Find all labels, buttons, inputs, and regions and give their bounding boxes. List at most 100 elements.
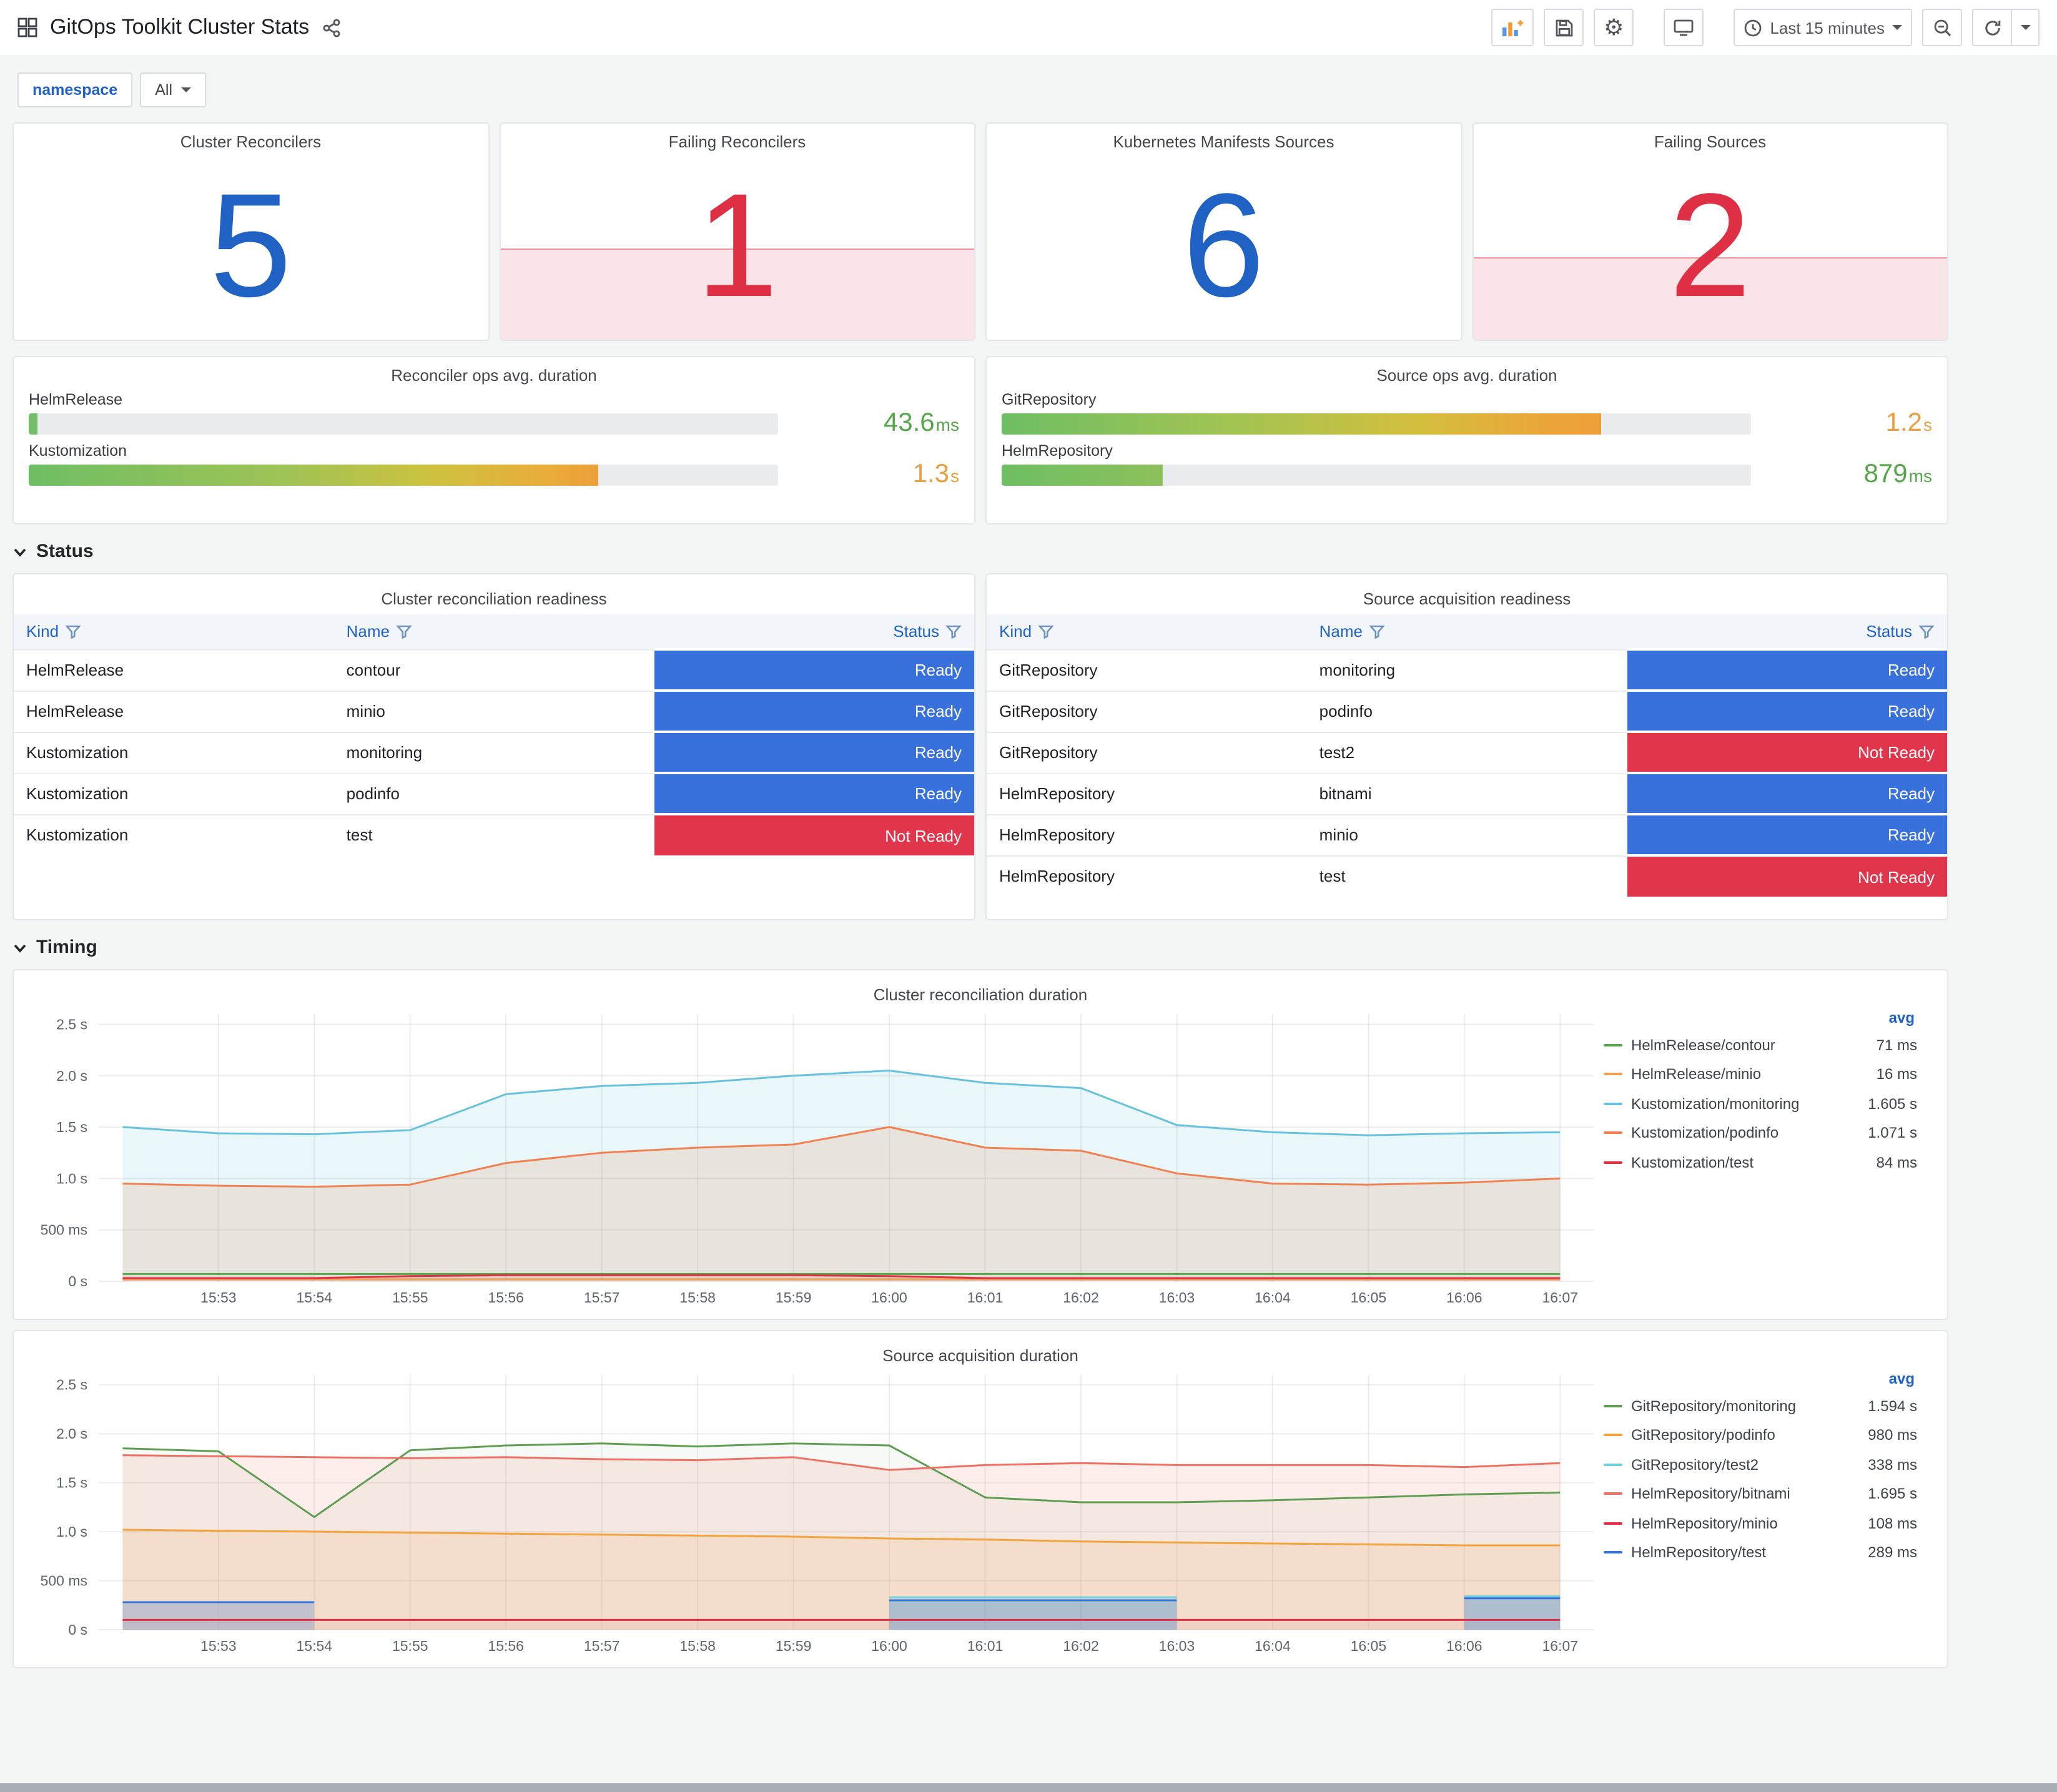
gauge-label: HelmRelease: [29, 391, 123, 408]
filter-icon[interactable]: [1369, 624, 1385, 639]
status-cell: Not Ready: [1627, 731, 1947, 773]
series-name: HelmRepository/minio: [1631, 1514, 1778, 1532]
column-header-status[interactable]: Status: [654, 614, 974, 649]
table-row: HelmRepository bitnami Ready: [987, 772, 1947, 814]
panel-title[interactable]: Source acquisition readiness: [987, 581, 1947, 608]
legend-avg-header[interactable]: avg: [1604, 1009, 1915, 1026]
kind-cell: GitRepository: [987, 731, 1307, 773]
stat-value: 5: [209, 163, 292, 328]
gauge-track: [29, 465, 778, 486]
panel-title[interactable]: Failing Reconcilers: [500, 124, 974, 151]
gauge-label: GitRepository: [1002, 391, 1097, 408]
legend-item[interactable]: Kustomization/podinfo 1.071 s: [1604, 1118, 1917, 1148]
section-timing[interactable]: Timing: [12, 937, 1948, 958]
svg-text:1.0 s: 1.0 s: [56, 1170, 87, 1186]
legend-item[interactable]: HelmRepository/bitnami 1.695 s: [1604, 1479, 1917, 1509]
legend-item[interactable]: GitRepository/monitoring 1.594 s: [1604, 1391, 1917, 1420]
legend-item[interactable]: HelmRepository/minio 108 ms: [1604, 1509, 1917, 1538]
column-header-kind[interactable]: Kind: [987, 614, 1307, 649]
kind-cell: HelmRepository: [987, 772, 1307, 814]
table-row: GitRepository podinfo Ready: [987, 689, 1947, 732]
panel-title[interactable]: Kubernetes Manifests Sources: [987, 124, 1461, 151]
save-dashboard-button[interactable]: [1544, 9, 1584, 46]
column-header-kind[interactable]: Kind: [14, 614, 334, 649]
table-row: Kustomization podinfo Ready: [14, 772, 974, 814]
share-icon[interactable]: [322, 18, 340, 37]
refresh-button[interactable]: [1972, 9, 2012, 46]
status-cell: Ready: [654, 772, 974, 814]
legend-item[interactable]: Kustomization/monitoring 1.605 s: [1604, 1089, 1917, 1118]
chevron-down-icon: [2020, 25, 2030, 30]
svg-text:15:58: 15:58: [679, 1289, 716, 1306]
legend-item[interactable]: HelmRelease/contour 71 ms: [1604, 1030, 1917, 1060]
legend-avg-header[interactable]: avg: [1604, 1370, 1915, 1387]
panel-title[interactable]: Cluster Reconcilers: [14, 124, 488, 151]
panel-title[interactable]: Reconciler ops avg. duration: [29, 357, 959, 385]
stat-value: 1: [696, 163, 779, 328]
svg-text:15:53: 15:53: [200, 1289, 237, 1306]
name-cell: monitoring: [1306, 649, 1627, 691]
column-header-name[interactable]: Name: [1306, 614, 1627, 649]
filter-icon[interactable]: [396, 624, 412, 639]
filter-icon[interactable]: [945, 624, 962, 639]
gauge-value: 879 ms: [1863, 460, 1932, 488]
filter-icon[interactable]: [1038, 624, 1054, 639]
gauge-panel-reconciler-ops: Reconciler ops avg. duration HelmRelease…: [12, 356, 975, 524]
legend-item[interactable]: GitRepository/test2 338 ms: [1604, 1450, 1917, 1479]
gauge-fill: [1002, 413, 1601, 435]
table-row: GitRepository test2 Not Ready: [987, 731, 1947, 773]
dashboard-grid-icon[interactable]: [17, 17, 37, 37]
time-series-plot[interactable]: 0 s 500 ms 1.0 s 1.5 s 2.0 s 2.5 s 15:53 15:54 1…: [24, 1365, 1604, 1665]
series-color-dash: [1604, 1102, 1622, 1105]
time-series-plot[interactable]: 0 s 500 ms 1.0 s 1.5 s 2.0 s 2.5 s 15:53 15:54 1…: [24, 1004, 1604, 1316]
panel-title[interactable]: Cluster reconciliation readiness: [14, 581, 974, 608]
chevron-down-icon: [12, 544, 27, 559]
status-cell: Ready: [1627, 772, 1947, 814]
series-name: Kustomization/test: [1631, 1153, 1754, 1171]
series-name: Kustomization/podinfo: [1631, 1124, 1779, 1142]
svg-text:0 s: 0 s: [68, 1273, 87, 1289]
tv-mode-button[interactable]: [1664, 9, 1704, 46]
panel-title[interactable]: Failing Sources: [1473, 124, 1947, 151]
chart-legend: avg HelmRelease/contour 71 ms HelmRelease/m…: [1604, 1004, 1925, 1316]
panel-title[interactable]: Source ops avg. duration: [1002, 357, 1932, 385]
section-status[interactable]: Status: [12, 541, 1948, 562]
series-avg-value: 71 ms: [1876, 1036, 1917, 1054]
stat-value: 2: [1669, 163, 1752, 328]
series-avg-value: 1.594 s: [1868, 1397, 1917, 1415]
legend-item[interactable]: HelmRepository/test 289 ms: [1604, 1538, 1917, 1567]
variable-value-dropdown[interactable]: All: [140, 72, 207, 107]
legend-item[interactable]: Kustomization/test 84 ms: [1604, 1148, 1917, 1177]
kind-cell: HelmRepository: [987, 855, 1307, 897]
series-avg-value: 338 ms: [1868, 1455, 1917, 1474]
refresh-icon: [1983, 18, 2001, 37]
zoom-out-button[interactable]: [1922, 9, 1962, 46]
dashboard-settings-button[interactable]: ⚙: [1594, 9, 1634, 46]
svg-text:2.0 s: 2.0 s: [56, 1068, 87, 1084]
legend-item[interactable]: HelmRelease/minio 16 ms: [1604, 1060, 1917, 1089]
filter-icon[interactable]: [65, 624, 81, 639]
filter-icon[interactable]: [1918, 624, 1935, 639]
panel-title[interactable]: Source acquisition duration: [24, 1337, 1937, 1365]
svg-text:15:59: 15:59: [776, 1638, 812, 1654]
panel-title[interactable]: Cluster reconciliation duration: [24, 977, 1937, 1004]
refresh-interval-dropdown[interactable]: [2012, 9, 2040, 46]
gauge-panel-source-ops: Source ops avg. duration GitRepository 1…: [985, 356, 1948, 524]
column-header-name[interactable]: Name: [333, 614, 654, 649]
legend-item[interactable]: GitRepository/podinfo 980 ms: [1604, 1420, 1917, 1450]
series-name: HelmRepository/bitnami: [1631, 1485, 1790, 1503]
column-header-status[interactable]: Status: [1627, 614, 1947, 649]
table-row: HelmRepository test Not Ready: [987, 854, 1947, 897]
grafana-dashboard: GitOps Toolkit Cluster Stats ⚙ Last 15 m…: [0, 0, 2057, 1792]
name-cell: test2: [1306, 731, 1627, 773]
table-row: HelmRelease minio Ready: [14, 689, 974, 732]
series-name: GitRepository/test2: [1631, 1455, 1759, 1474]
svg-text:16:07: 16:07: [1542, 1289, 1579, 1306]
gauge-track: [29, 413, 778, 435]
svg-text:16:03: 16:03: [1159, 1638, 1195, 1654]
variable-label-namespace[interactable]: namespace: [17, 72, 133, 107]
time-range-picker[interactable]: Last 15 minutes: [1734, 9, 1912, 46]
series-name: HelmRelease/contour: [1631, 1036, 1775, 1054]
name-cell: test: [1306, 855, 1627, 897]
add-panel-button[interactable]: [1491, 9, 1534, 46]
